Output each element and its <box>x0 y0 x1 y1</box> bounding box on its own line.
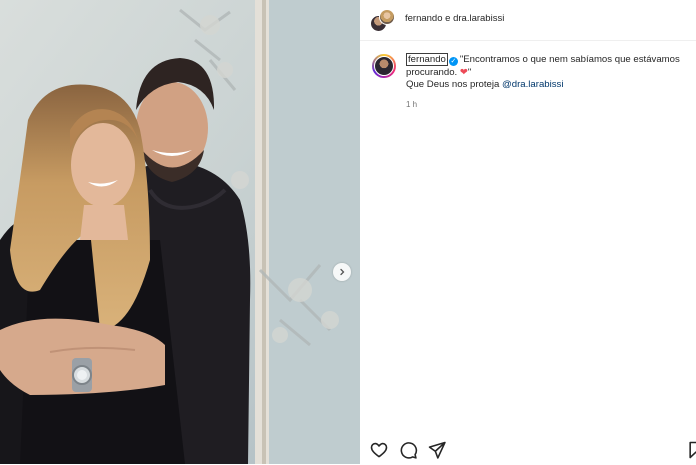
heart-emoji: ❤ <box>459 66 468 78</box>
caption-quote-close: " <box>467 66 472 78</box>
next-photo-button[interactable] <box>333 263 351 281</box>
caption-username[interactable]: fernando <box>406 53 448 66</box>
comment-icon <box>400 442 418 459</box>
post-authors: fernando e dra.larabissi <box>405 13 504 24</box>
authors-conjunction: e <box>445 13 451 24</box>
comment-button[interactable] <box>398 440 418 460</box>
post-header: fernando e dra.larabissi <box>360 0 696 41</box>
share-button[interactable] <box>427 440 447 460</box>
caption-avatar[interactable] <box>372 54 396 78</box>
post-sidebar: fernando e dra.larabissi fernando ✓ "Encon… <box>360 0 696 464</box>
heart-icon <box>370 442 388 458</box>
caption-line-2: Que Deus nos proteja <box>406 79 500 91</box>
post-photo[interactable] <box>0 0 360 464</box>
post-caption: fernando ✓ "Encontramos o que nem sabíamos… <box>406 53 690 92</box>
save-button[interactable] <box>686 440 696 460</box>
bookmark-icon <box>689 441 696 459</box>
verified-badge-icon: ✓ <box>448 57 458 66</box>
avatar-dra-larabissi[interactable] <box>379 9 395 25</box>
like-button[interactable] <box>369 440 389 460</box>
couple-photo-illustration <box>0 0 360 464</box>
author-link-dra-larabissi[interactable]: dra.larabissi <box>453 13 504 24</box>
chevron-right-icon <box>340 268 345 276</box>
caption-mention[interactable]: @dra.larabissi <box>502 79 563 90</box>
post-timestamp[interactable]: 1 h <box>406 100 417 109</box>
send-icon <box>428 441 446 459</box>
collab-avatars[interactable] <box>370 9 395 32</box>
author-link-fernando[interactable]: fernando <box>405 13 443 24</box>
action-bar <box>360 436 696 464</box>
